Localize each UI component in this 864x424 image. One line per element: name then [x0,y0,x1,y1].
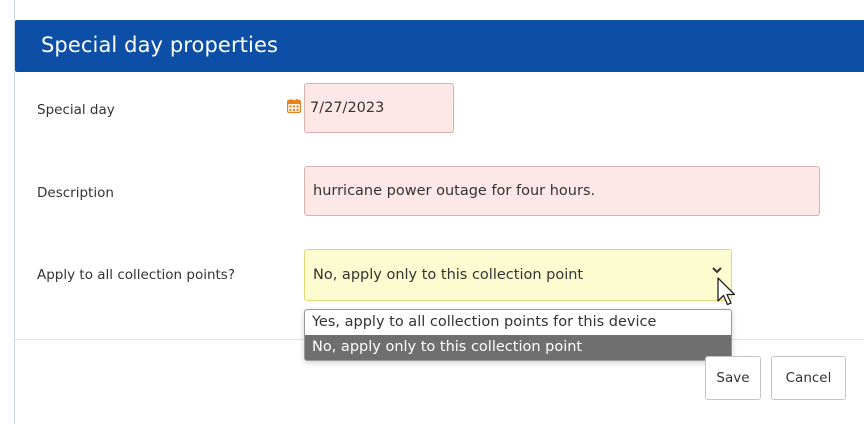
save-button[interactable]: Save [705,356,761,400]
apply-all-label: Apply to all collection points? [37,267,236,283]
description-label: Description [37,185,114,201]
option-no-only-this[interactable]: No, apply only to this collection point [305,335,731,360]
calendar-icon[interactable] [287,99,301,113]
dialog-header: Special day properties [15,20,864,72]
apply-all-select[interactable]: No, apply only to this collection point [304,249,732,301]
mouse-cursor-icon [717,277,736,306]
description-input[interactable]: hurricane power outage for four hours. [304,166,820,216]
option-yes-all[interactable]: Yes, apply to all collection points for … [305,310,731,335]
cancel-button[interactable]: Cancel [771,356,846,400]
apply-all-options-list: Yes, apply to all collection points for … [304,309,732,361]
special-day-dialog: Special day properties Special day 7/27/… [14,0,864,424]
dialog-title: Special day properties [41,33,279,57]
special-day-label: Special day [37,102,115,118]
chevron-down-icon[interactable] [711,265,723,275]
special-day-input[interactable]: 7/27/2023 [304,83,454,133]
